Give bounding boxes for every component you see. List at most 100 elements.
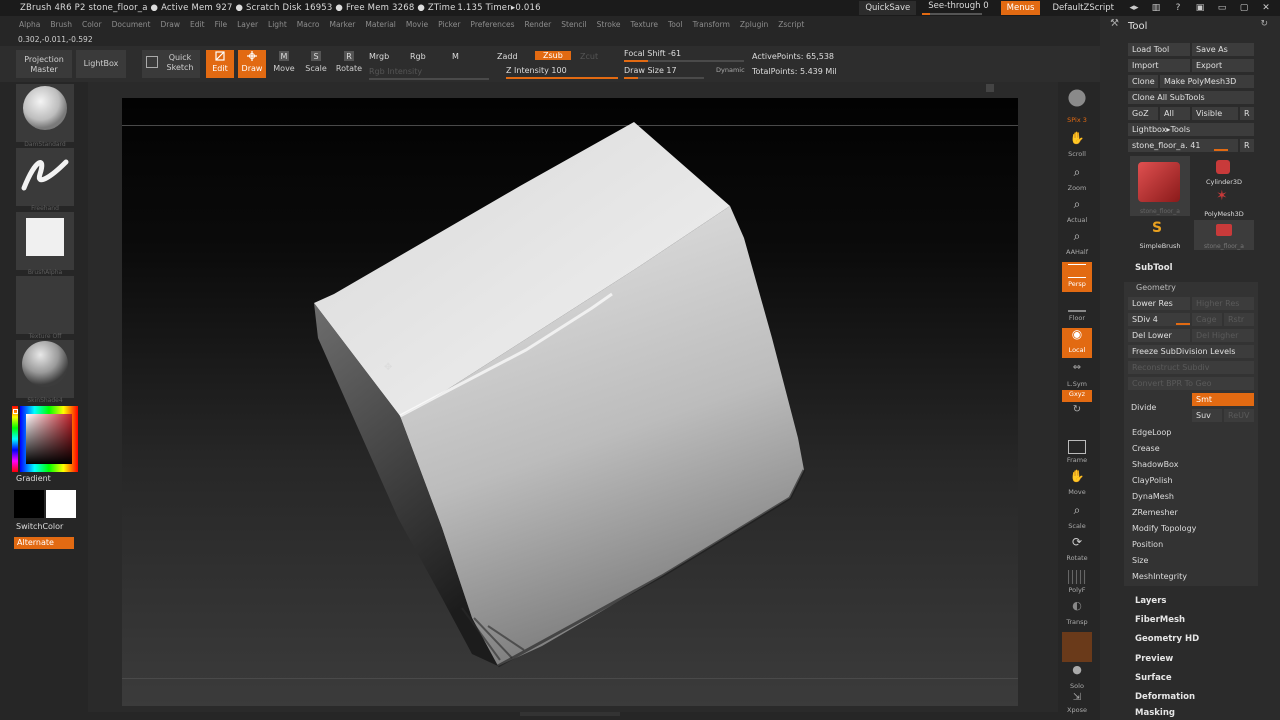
preview-section[interactable]: Preview — [1130, 650, 1280, 668]
menu-transform[interactable]: Transform — [688, 20, 735, 29]
goz-all-button[interactable]: All — [1160, 107, 1190, 120]
rotate-mode-button[interactable]: R Rotate — [334, 50, 364, 78]
del-higher-button[interactable]: Del Higher — [1192, 329, 1254, 342]
menu-zscript[interactable]: Zscript — [773, 20, 809, 29]
see-through-track[interactable] — [922, 13, 983, 15]
make-polymesh-button[interactable]: Make PolyMesh3D — [1160, 75, 1254, 88]
layers-section[interactable]: Layers — [1130, 592, 1280, 610]
quick-sketch-button[interactable]: Quick Sketch — [142, 50, 200, 78]
reuv-toggle[interactable]: ReUV — [1224, 409, 1254, 422]
zadd-toggle[interactable]: Zadd — [497, 52, 518, 61]
current-tool-slider[interactable]: stone_floor_a. 41 — [1128, 139, 1238, 152]
persp-button[interactable]: Persp — [1062, 262, 1092, 292]
color-marker[interactable] — [13, 409, 18, 414]
tool-thumb-stone-floor-small[interactable]: stone_floor_a — [1194, 220, 1254, 250]
close-icon[interactable]: ✕ — [1258, 2, 1274, 14]
rstr-button[interactable]: Rstr — [1224, 313, 1254, 326]
focal-shift-slider[interactable]: Focal Shift -61 — [624, 49, 744, 62]
rgb-intensity-slider[interactable]: Rgb Intensity — [369, 67, 489, 80]
zcut-toggle[interactable]: Zcut — [580, 52, 598, 61]
rotate-view-button[interactable]: ⟳ Rotate — [1062, 536, 1092, 566]
menu-light[interactable]: Light — [263, 20, 292, 29]
tool-thumb-polymesh[interactable]: ✶ PolyMesh3D — [1194, 188, 1254, 218]
menu-macro[interactable]: Macro — [292, 20, 325, 29]
rotation-axis-icon[interactable]: ↻ — [1062, 404, 1092, 434]
rgb-toggle[interactable]: Rgb — [410, 52, 426, 61]
quicksave-button[interactable]: QuickSave — [859, 1, 917, 15]
z-intensity-track[interactable] — [506, 77, 618, 79]
lsym-button[interactable]: ⇔ L.Sym — [1062, 362, 1092, 392]
bpr-button[interactable] — [1062, 86, 1092, 116]
minimize-icon[interactable]: ▭ — [1214, 2, 1230, 14]
brush-selector[interactable]: DamStandard — [16, 84, 74, 148]
convert-bpr-button[interactable]: Convert BPR To Geo — [1128, 377, 1254, 390]
sculpted-cube-model[interactable] — [122, 98, 1018, 706]
saturation-field[interactable] — [26, 414, 72, 464]
default-script-label[interactable]: DefaultZScript — [1046, 1, 1120, 15]
claypolish-item[interactable]: ClayPolish — [1132, 476, 1173, 485]
shadowbox-item[interactable]: ShadowBox — [1132, 460, 1178, 469]
menu-document[interactable]: Document — [107, 20, 156, 29]
menu-file[interactable]: File — [210, 20, 233, 29]
draw-size-track[interactable] — [624, 77, 704, 79]
goz-r-button[interactable]: R — [1240, 107, 1254, 120]
higher-res-button[interactable]: Higher Res — [1192, 297, 1254, 310]
dynamesh-item[interactable]: DynaMesh — [1132, 492, 1174, 501]
menu-picker[interactable]: Picker — [433, 20, 465, 29]
menus-toggle-button[interactable]: Menus — [1000, 1, 1041, 15]
material-selector[interactable]: SkinShade4 — [16, 340, 74, 404]
palette-pin-icon[interactable]: ⚒ — [1110, 18, 1119, 29]
frame-button[interactable]: Frame — [1062, 438, 1092, 468]
draw-mode-button[interactable]: Draw — [238, 50, 266, 78]
gxyz-button[interactable]: Gxyz — [1062, 390, 1092, 402]
reconstruct-subdiv-button[interactable]: Reconstruct Subdiv — [1128, 361, 1254, 374]
deformation-section[interactable]: Deformation — [1130, 688, 1280, 706]
stroke-selector[interactable]: Freehand — [16, 148, 74, 212]
menu-tool[interactable]: Tool — [663, 20, 688, 29]
menu-edit[interactable]: Edit — [185, 20, 210, 29]
projection-master-button[interactable]: Projection Master — [16, 50, 72, 78]
masking-section[interactable]: Masking — [1130, 706, 1280, 720]
scale-mode-button[interactable]: S Scale — [302, 50, 330, 78]
smt-toggle[interactable]: Smt — [1192, 393, 1254, 406]
zsub-toggle[interactable]: Zsub — [535, 51, 571, 60]
help-icon[interactable]: ? — [1170, 2, 1186, 14]
alternate-button[interactable]: Alternate — [14, 537, 74, 549]
clone-all-subtools-button[interactable]: Clone All SubTools — [1128, 91, 1254, 104]
save-as-button[interactable]: Save As — [1192, 43, 1254, 56]
secondary-color-swatch[interactable] — [14, 490, 44, 518]
lock-icon[interactable]: ▣ — [1192, 2, 1208, 14]
clone-button[interactable]: Clone — [1128, 75, 1158, 88]
viewport-corner-handle[interactable] — [986, 84, 994, 92]
divide-button[interactable]: Divide — [1131, 403, 1156, 412]
layout-icon[interactable]: ▥ — [1148, 2, 1164, 14]
tool-thumb-cylinder[interactable]: Cylinder3D — [1194, 156, 1254, 186]
menu-zplugin[interactable]: Zplugin — [735, 20, 773, 29]
z-intensity-slider[interactable]: Z Intensity 100 — [506, 66, 618, 79]
size-item[interactable]: Size — [1132, 556, 1148, 565]
goz-button[interactable]: GoZ — [1128, 107, 1158, 120]
surface-section[interactable]: Surface — [1130, 669, 1280, 687]
palette-refresh-icon[interactable]: ↻ — [1260, 19, 1268, 29]
menu-preferences[interactable]: Preferences — [465, 20, 519, 29]
fibermesh-section[interactable]: FiberMesh — [1130, 611, 1280, 629]
ghost-button[interactable] — [1062, 632, 1092, 662]
focal-shift-track[interactable] — [624, 60, 744, 62]
dynamic-toggle[interactable]: Dynamic — [716, 66, 745, 74]
menu-draw[interactable]: Draw — [155, 20, 185, 29]
aahalf-button[interactable]: ⌕ AAHalf — [1062, 230, 1092, 260]
tool-thumb-stone-floor[interactable]: stone_floor_a — [1130, 156, 1190, 216]
menu-marker[interactable]: Marker — [324, 20, 360, 29]
rgb-intensity-track[interactable] — [369, 78, 489, 80]
gradient-label[interactable]: Gradient — [16, 474, 51, 483]
alpha-selector[interactable]: BrushAlpha — [16, 212, 74, 276]
move-mode-button[interactable]: M Move — [270, 50, 298, 78]
polyf-button[interactable]: PolyF — [1062, 568, 1092, 598]
move-view-button[interactable]: ✋ Move — [1062, 470, 1092, 500]
edgeloop-item[interactable]: EdgeLoop — [1132, 428, 1171, 437]
edit-mode-button[interactable]: Edit — [206, 50, 234, 78]
scroll-button[interactable]: ✋ Scroll — [1062, 132, 1092, 162]
texture-selector[interactable]: Texture Off — [16, 276, 74, 340]
m-toggle[interactable]: M — [452, 52, 459, 61]
solo-button[interactable]: ● Solo — [1062, 664, 1092, 694]
